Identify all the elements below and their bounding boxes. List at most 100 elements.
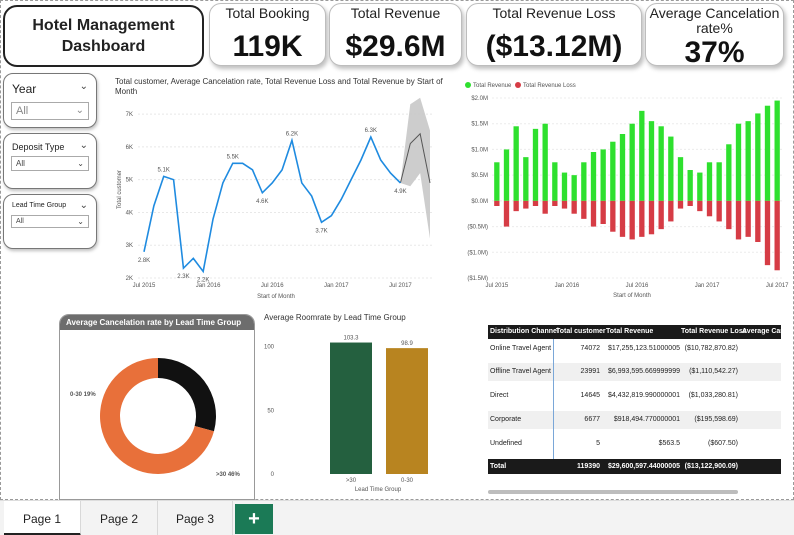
kpi-label: Average Cancelation rate% bbox=[649, 5, 780, 36]
column-divider bbox=[553, 339, 554, 459]
legend-label: Total Revenue Loss bbox=[523, 83, 576, 89]
column-header[interactable]: Average Canc bbox=[742, 325, 781, 339]
revenue-loss-bar bbox=[561, 200, 568, 209]
tab-page-2[interactable]: Page 2 bbox=[81, 501, 158, 535]
revenue-bar-chart[interactable]: Total Revenue Total Revenue Loss $2.0M $1.5… bbox=[460, 78, 790, 300]
x-tick-label: Jul 2017 bbox=[389, 283, 412, 289]
legend-marker bbox=[465, 82, 471, 88]
data-label: 6.3K bbox=[365, 128, 377, 134]
year-slicer[interactable]: Year ⌄ All ⌄ bbox=[3, 73, 97, 128]
add-page-button[interactable]: + bbox=[235, 504, 273, 534]
revenue-loss-bar bbox=[513, 200, 519, 212]
data-label: 5.5K bbox=[227, 154, 239, 160]
cancelation-donut-card[interactable]: Average Cancelation rate by Lead Time Gr… bbox=[59, 314, 255, 500]
kpi-value: 37% bbox=[684, 36, 745, 66]
forecast-band bbox=[400, 97, 430, 239]
revenue-loss-bar bbox=[619, 200, 626, 237]
kpi-total-revenue[interactable]: Total Revenue $29.6M bbox=[329, 3, 462, 66]
column-header[interactable]: Total Revenue Loss bbox=[681, 325, 747, 339]
y-tick-label: $1.0M bbox=[471, 147, 488, 153]
revenue-bar bbox=[629, 123, 635, 201]
revenue-bar bbox=[697, 172, 703, 201]
donut-slice bbox=[158, 358, 217, 432]
legend-marker bbox=[515, 82, 521, 88]
revenue-loss-bar bbox=[494, 200, 500, 206]
x-tick-label: >30 bbox=[346, 478, 357, 484]
revenue-loss-cell: ($1,110,542.27) bbox=[689, 368, 738, 375]
revenue-loss-bar bbox=[629, 200, 635, 240]
x-tick-label: Jan 2016 bbox=[196, 283, 221, 289]
revenue-loss-bar bbox=[677, 200, 684, 209]
chevron-down-icon[interactable]: ⌄ bbox=[80, 200, 88, 211]
column-header[interactable]: Total customer bbox=[556, 325, 606, 339]
data-label: 103.3 bbox=[343, 336, 359, 342]
slice-label: 0-30 19% bbox=[70, 392, 96, 398]
revenue-loss-bar bbox=[610, 200, 616, 232]
column-header[interactable]: Total Revenue bbox=[606, 325, 653, 339]
tab-page-1[interactable]: Page 1 bbox=[4, 501, 81, 535]
channel-cell: Offline Travel Agent bbox=[490, 368, 551, 375]
kpi-label: Total Revenue bbox=[350, 5, 441, 21]
roomrate-bar bbox=[330, 342, 372, 474]
chevron-down-icon[interactable]: ⌄ bbox=[80, 81, 88, 92]
roomrate-chart-title: Average Roomrate by Lead Time Group bbox=[264, 313, 406, 322]
lead-time-group-dropdown[interactable]: All ⌄ bbox=[11, 215, 89, 228]
deposit-type-slicer[interactable]: Deposit Type ⌄ All ⌄ bbox=[3, 133, 97, 189]
y-tick-label: 3K bbox=[126, 243, 133, 249]
deposit-type-slicer-title: Deposit Type bbox=[12, 142, 65, 152]
cancelation-donut-chart[interactable]: 0-30 19% >30 46% bbox=[60, 330, 255, 500]
table-row[interactable]: Undefined 5 $563.5 ($607.50) bbox=[488, 435, 781, 453]
revenue-bar bbox=[764, 105, 771, 201]
revenue-cell: $6,993,595.669999999 bbox=[607, 368, 680, 375]
revenue-loss-bar bbox=[600, 200, 606, 224]
table-row[interactable]: Online Travel Agent 74072 $17,255,123.5100… bbox=[488, 340, 781, 358]
x-tick-label: Jul 2015 bbox=[485, 283, 508, 289]
x-tick-label: Jan 2017 bbox=[695, 283, 720, 289]
chevron-down-icon: ⌄ bbox=[77, 217, 84, 226]
revenue-loss-bar bbox=[755, 200, 761, 242]
y-tick-label: $0.5M bbox=[471, 173, 488, 179]
kpi-total-revenue-loss[interactable]: Total Revenue Loss ($13.12M) bbox=[466, 3, 642, 66]
revenue-loss-bar bbox=[542, 200, 548, 214]
revenue-bar bbox=[706, 162, 713, 201]
table-row[interactable]: Direct 14645 $4,432,819.990000001 ($1,033,2… bbox=[488, 387, 781, 405]
revenue-bar bbox=[774, 100, 780, 201]
revenue-bar bbox=[648, 121, 655, 201]
x-axis-title: Start of Month bbox=[613, 293, 651, 299]
revenue-bar bbox=[735, 123, 742, 201]
line-chart-title: Total customer, Average Cancelation rate… bbox=[115, 77, 443, 96]
deposit-type-dropdown[interactable]: All ⌄ bbox=[11, 156, 89, 171]
lead-time-group-slicer[interactable]: Lead Time Group ⌄ All ⌄ bbox=[3, 194, 97, 249]
revenue-loss-bar bbox=[726, 200, 732, 230]
kpi-label: Total Revenue Loss bbox=[492, 5, 616, 21]
customer-line-chart[interactable]: 2K 3K 4K 5K 6K 7K Jul 2015 Jan 2016 Jul 2016 Jan … bbox=[112, 97, 442, 300]
customer-series-line bbox=[143, 135, 401, 274]
roomrate-bar-chart[interactable]: 0 50 100 103.3 >30 98.9 0-30 Lead Time Group bbox=[258, 326, 438, 496]
year-slicer-title: Year bbox=[12, 82, 37, 96]
lead-time-group-dropdown-value: All bbox=[16, 218, 24, 225]
horizontal-scrollbar[interactable] bbox=[488, 490, 738, 494]
kpi-average-cancelation-rate[interactable]: Average Cancelation rate% 37% bbox=[645, 3, 784, 66]
channel-cell: Online Travel Agent bbox=[490, 345, 552, 352]
chevron-down-icon[interactable]: ⌄ bbox=[80, 140, 88, 151]
y-tick-label: 5K bbox=[126, 178, 133, 184]
chevron-down-icon: ⌄ bbox=[77, 159, 84, 168]
data-label: 4.9K bbox=[394, 189, 406, 195]
roomrate-bar bbox=[386, 348, 428, 474]
revenue-loss-bar bbox=[774, 200, 780, 271]
tab-page-3[interactable]: Page 3 bbox=[158, 501, 233, 535]
y-tick-label: 0 bbox=[271, 472, 275, 478]
revenue-bar bbox=[503, 149, 510, 201]
year-dropdown[interactable]: All ⌄ bbox=[11, 102, 89, 120]
revenue-loss-bar bbox=[735, 200, 742, 240]
column-header[interactable]: Distribution Channel bbox=[490, 325, 559, 339]
legend-label: Total Revenue bbox=[473, 83, 512, 89]
kpi-value: 119K bbox=[232, 30, 303, 63]
table-row[interactable]: Corporate 6677 $918,494.770000001 ($195,598… bbox=[488, 411, 781, 429]
kpi-total-booking[interactable]: Total Booking 119K bbox=[209, 3, 326, 66]
revenue-cell: $4,432,819.990000001 bbox=[607, 392, 680, 399]
x-tick-label: Jul 2017 bbox=[766, 283, 789, 289]
data-label: 2.3K bbox=[177, 274, 189, 280]
y-tick-label: 4K bbox=[126, 210, 133, 216]
table-row[interactable]: Offline Travel Agent 23991 $6,993,595.6699… bbox=[488, 363, 781, 381]
